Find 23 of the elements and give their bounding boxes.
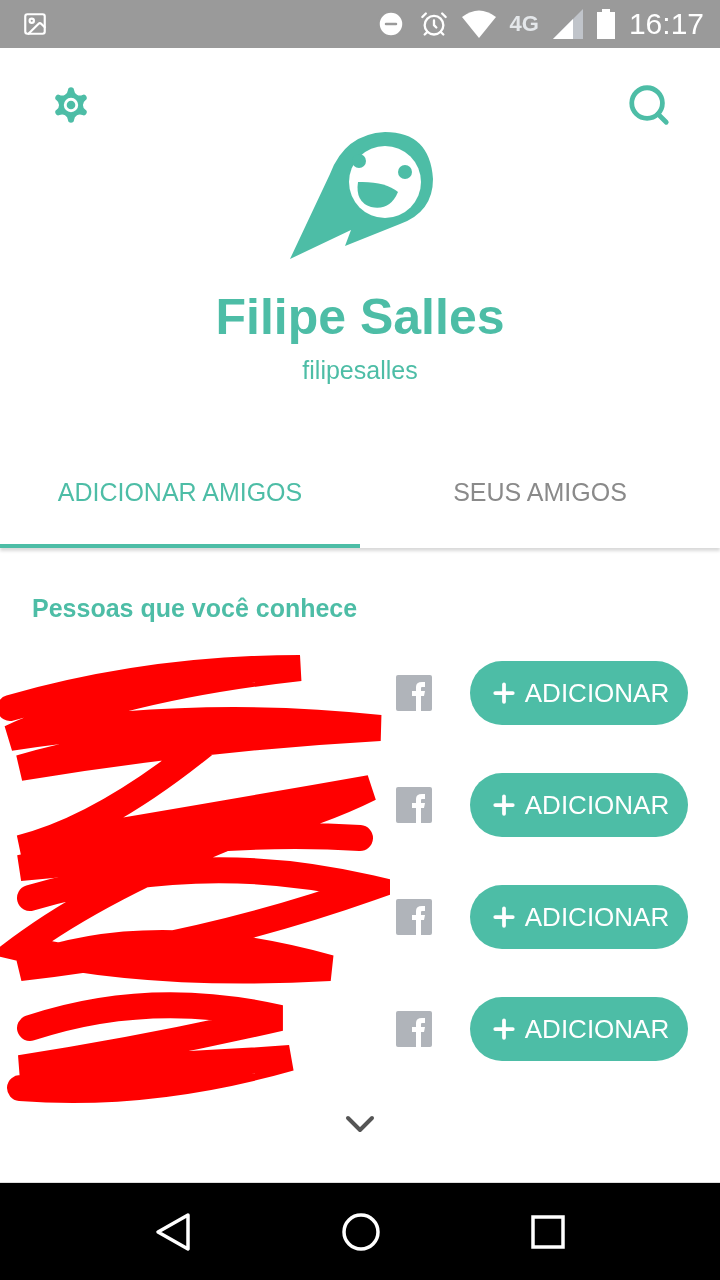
profile-username: filipesalles xyxy=(302,356,418,385)
image-icon xyxy=(22,11,48,37)
recents-icon[interactable] xyxy=(531,1214,565,1249)
tab[interactable]: SEUS AMIGOS xyxy=(360,440,720,548)
tab[interactable]: ADICIONAR AMIGOS xyxy=(0,440,360,548)
profile-name: Filipe Salles xyxy=(215,288,505,346)
clock-time: 16:17 xyxy=(628,7,704,41)
back-icon[interactable] xyxy=(155,1211,191,1252)
add-button[interactable]: ADICIONAR xyxy=(470,885,688,949)
add-button[interactable]: ADICIONAR xyxy=(470,661,688,725)
wifi-icon xyxy=(461,10,496,38)
add-button[interactable]: ADICIONAR xyxy=(470,773,688,837)
home-icon[interactable] xyxy=(341,1211,381,1252)
section-title: Pessoas que você conhece xyxy=(31,593,359,624)
battery-icon xyxy=(596,9,615,39)
network-type: 4G xyxy=(509,11,539,37)
alarm-icon xyxy=(419,10,448,38)
signal-icon xyxy=(552,9,583,39)
facebook-icon xyxy=(396,1011,432,1047)
facebook-icon xyxy=(396,675,432,711)
facebook-icon xyxy=(396,899,432,935)
add-button[interactable]: ADICIONAR xyxy=(470,997,688,1061)
facebook-icon xyxy=(396,787,432,823)
